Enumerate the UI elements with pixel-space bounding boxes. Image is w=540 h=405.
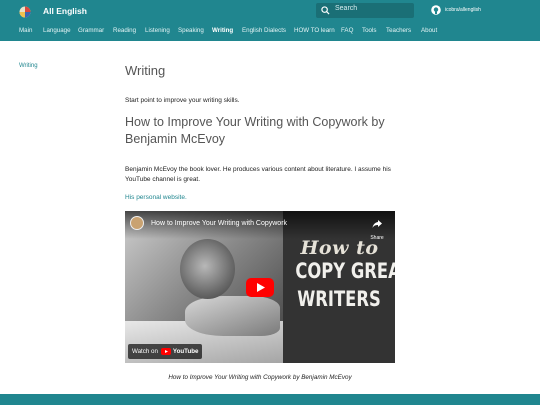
nav-listening[interactable]: Listening: [145, 27, 170, 34]
youtube-logo-icon: [160, 348, 171, 355]
play-icon[interactable]: [246, 278, 274, 297]
nav-faq[interactable]: FAQ: [341, 27, 353, 34]
nav-reading[interactable]: Reading: [113, 27, 136, 34]
channel-avatar[interactable]: [130, 216, 144, 230]
page-title: Writing: [125, 63, 166, 78]
github-icon: [431, 5, 441, 15]
site-title[interactable]: All English: [43, 6, 87, 16]
personal-website-link[interactable]: His personal website.: [125, 194, 187, 201]
share-label: Share: [370, 235, 384, 241]
nav-tools[interactable]: Tools: [362, 27, 376, 34]
nav-teachers[interactable]: Teachers: [386, 27, 411, 34]
header-bar: All English Search icobra/allenglish Mai…: [0, 0, 540, 41]
share-arrow-icon: [372, 220, 382, 228]
nav-writing[interactable]: Writing: [212, 27, 233, 34]
video-title[interactable]: How to Improve Your Writing with Copywor…: [151, 220, 287, 227]
thumbnail-text-line3: WRITERS: [297, 287, 381, 311]
footer-bar: [0, 394, 540, 405]
nav-main[interactable]: Main: [19, 27, 32, 34]
repo-name: icobra/allenglish: [445, 7, 481, 13]
nav-language[interactable]: Language: [43, 27, 71, 34]
search-icon: [321, 6, 330, 15]
video-caption: How to Improve Your Writing with Copywor…: [168, 374, 352, 381]
nav-grammar[interactable]: Grammar: [78, 27, 104, 34]
nav-how-to-learn[interactable]: HOW TO learn: [294, 27, 335, 34]
sidebar-item-writing[interactable]: Writing: [19, 63, 38, 69]
watch-on-label: Watch on: [132, 348, 158, 355]
top-nav: Main Language Grammar Reading Listening …: [0, 25, 540, 39]
watch-on-youtube-button[interactable]: Watch on YouTube: [128, 344, 203, 359]
search-box[interactable]: Search: [316, 3, 414, 18]
nav-english-dialects[interactable]: English Dialects: [242, 27, 286, 34]
youtube-wordmark: YouTube: [172, 348, 199, 355]
thumbnail-text-line2: COPY GREAT: [295, 259, 395, 283]
youtube-video-embed[interactable]: How to COPY GREAT WRITERS How to Improve…: [125, 211, 395, 363]
description-text: Benjamin McEvoy the book lover. He produ…: [125, 166, 391, 183]
article-title: How to Improve Your Writing with Copywor…: [125, 115, 385, 146]
nav-about[interactable]: About: [421, 27, 437, 34]
search-input[interactable]: Search: [335, 5, 357, 12]
intro-text: Start point to improve your writing skil…: [125, 97, 240, 104]
nav-speaking[interactable]: Speaking: [178, 27, 204, 34]
share-button[interactable]: Share: [366, 216, 388, 241]
site-logo-icon[interactable]: [19, 6, 31, 18]
github-repo-link[interactable]: icobra/allenglish: [431, 4, 481, 16]
